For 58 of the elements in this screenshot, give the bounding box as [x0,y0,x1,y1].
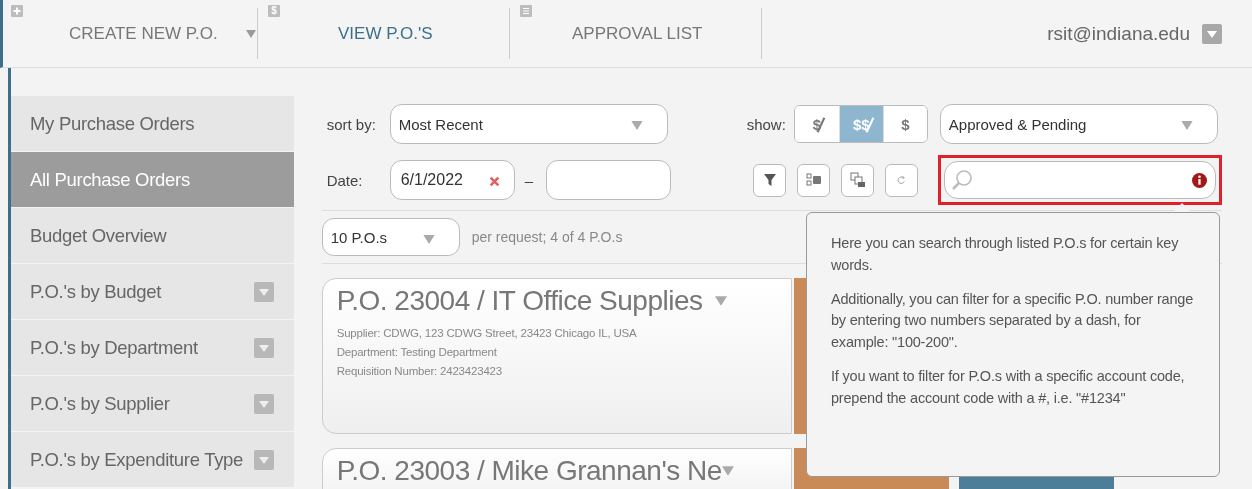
dropdown-icon[interactable] [1202,23,1222,44]
date-separator: – [524,171,533,189]
sidebar-item[interactable]: P.O.'s by Supplier [11,376,294,431]
sidebar-item[interactable]: P.O.'s by Department [11,320,294,375]
date-from-field[interactable]: 6/1/2022 [389,160,515,200]
filter-icon [762,173,777,187]
expand-icon[interactable] [253,337,274,358]
tooltip-text: Here you can search through listed P.O.s for certain key words. [831,234,1180,275]
caret-icon[interactable] [721,466,734,476]
show-label: show: [746,115,786,133]
results-summary: per request; 4 of 4 P.O.s [471,229,623,245]
refresh-button[interactable] [885,163,918,197]
status-select[interactable]: Approved & Pending [939,104,1218,144]
caret-icon [630,121,643,130]
filter-button[interactable] [753,163,786,197]
caret-icon [422,235,435,244]
payment-filter-button[interactable]: $ [882,106,927,142]
search-icon [951,169,973,191]
caret-icon [1180,121,1193,130]
sort-label: sort by: [326,115,377,133]
order-card[interactable]: P.O. 23003 / Mike Grannan's Ne [321,448,792,489]
plus-icon [11,5,23,17]
copy-icon [849,172,866,188]
order-title: P.O. 23004 / IT Office Supplies [336,285,703,317]
sidebar-item[interactable]: My Purchase Orders [11,96,294,151]
order-detail: Supplier: CDWG, 123 CDWG Street, 23423 Chicago IL, USA [336,327,638,339]
sidebar-item[interactable]: All Purchase Orders [11,152,294,207]
info-icon[interactable] [1192,173,1207,188]
expand-icon[interactable] [253,393,274,414]
refresh-icon [896,174,907,186]
copy-button[interactable] [841,163,874,197]
sidebar-item[interactable]: P.O.'s by Budget [11,264,294,319]
caret-icon [245,29,256,38]
search-field[interactable] [944,161,1216,199]
expand-icon[interactable] [253,449,274,470]
order-detail: Requisition Number: 2423423423 [336,365,503,377]
order-detail: Department: Testing Department [336,346,498,358]
order-title: P.O. 23003 / Mike Grannan's Ne [336,455,722,487]
tooltip-text: Additionally, you can filter for a specific P.O. number range by entering two numbers separated by a dash, for example: "100-200". [831,289,1195,352]
sort-select[interactable]: Most Recent [389,104,668,144]
tooltip-text: If you want to filter for P.O.s with a specific account code, prepend the account code with a #, i.e. "#1234" [831,366,1186,408]
sidebar-item[interactable]: P.O.'s by Expenditure Type [11,432,294,487]
order-card[interactable]: P.O. 23004 / IT Office Supplies Supplier: CDWG, 123 CDWG Street, 23423 Chicago IL, USA Department: Testing Department Requisition Number: 2423423423 [321,278,792,434]
nav-tab[interactable]: CREATE NEW P.O. [3,8,258,59]
list-icon [520,5,532,17]
date-to-field[interactable] [546,160,671,200]
nav-tab[interactable]: $ VIEW P.O.'S [258,8,510,59]
card-view-button[interactable] [797,163,830,197]
user-email[interactable]: rsit@indiana.edu [1047,22,1190,45]
card-view-icon [805,173,822,187]
clear-icon[interactable] [488,176,500,187]
page-size-select[interactable]: 10 P.O.s [321,218,460,256]
expand-icon[interactable] [253,281,274,302]
sidebar-item[interactable]: Budget Overview [11,208,294,263]
caret-icon[interactable] [714,296,727,306]
date-label: Date: [326,171,364,189]
dollar-icon: $ [268,5,280,17]
nav-tab[interactable]: APPROVAL LIST [510,8,762,59]
